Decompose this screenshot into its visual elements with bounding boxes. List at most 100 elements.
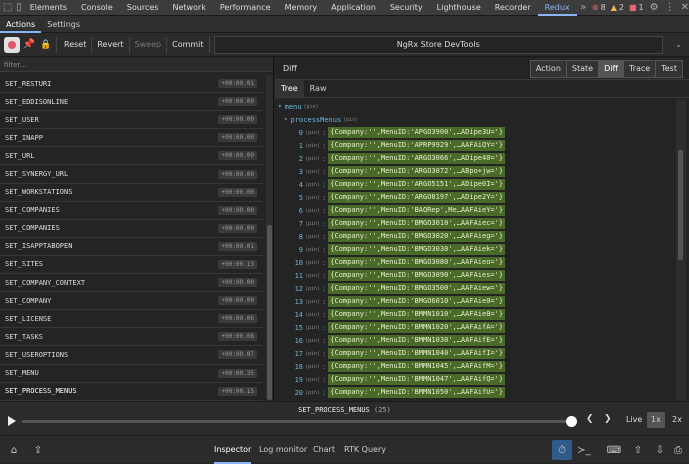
remote-icon[interactable]: ⇪ [30, 442, 46, 458]
pin-link[interactable]: (pin) [305, 247, 320, 253]
pin-link[interactable]: (pin) [305, 130, 320, 136]
inspect-element-icon[interactable]: ⬚ [3, 1, 12, 15]
bottom-tab[interactable]: Chart [313, 436, 335, 464]
pin-link[interactable]: (pin) [303, 104, 318, 110]
devtools-tab[interactable]: Memory [278, 0, 325, 16]
lock-icon[interactable]: 🔒 [38, 40, 54, 50]
tab-settings[interactable]: Settings [41, 16, 86, 33]
action-row[interactable]: SET_USEROPTIONS +00:00.07 [0, 346, 263, 365]
mode-tab-diff[interactable]: Diff [599, 60, 624, 77]
pin-link[interactable]: (pin) [305, 156, 320, 162]
mode-tab-action[interactable]: Action [530, 60, 567, 77]
history-icon[interactable]: ⏱ [552, 440, 572, 460]
devtools-tab[interactable]: Elements [23, 0, 74, 16]
devtools-tab[interactable]: Recorder [488, 0, 538, 16]
devtools-tab[interactable]: Lighthouse [430, 0, 488, 16]
action-row[interactable]: SET_PROCESS_MENUS +00:00.15 [0, 383, 263, 401]
action-row[interactable]: SET_COMPANY_CONTEXT +00:00.00 [0, 274, 263, 293]
action-row[interactable]: SET_COMPANIES +00:00.00 [0, 202, 263, 220]
timeline-track[interactable] [22, 420, 572, 423]
action-row[interactable]: SET_COMPANIES +00:00.00 [0, 220, 263, 238]
devtools-tab[interactable]: Console [74, 0, 120, 16]
action-row[interactable]: SET_TASKS +00:00.08 [0, 328, 263, 347]
import-icon[interactable]: ⇩ [652, 442, 668, 458]
pin-link[interactable]: (pin) [305, 234, 320, 240]
action-list-scrollbar[interactable] [266, 75, 273, 401]
pin-link[interactable]: (pin) [305, 325, 320, 331]
pin-link[interactable]: (pin) [305, 273, 320, 279]
action-row[interactable]: SET_SYNERGY_URL +00:00.00 [0, 165, 263, 184]
issues-badge[interactable]: ■ 1 [629, 3, 644, 12]
action-row[interactable]: SET_EDDISONLINE +00:00.00 [0, 93, 263, 112]
instance-select[interactable]: NgRx Store DevTools ⌄ [213, 35, 682, 54]
pin-link[interactable]: (pin) [305, 338, 320, 344]
speed-1x-button[interactable]: 1x [647, 412, 665, 428]
filter-input[interactable]: filter... [0, 58, 273, 72]
pin-link[interactable]: (pin) [305, 286, 320, 292]
close-icon[interactable]: ✕ [681, 1, 689, 15]
record-button[interactable] [4, 36, 20, 53]
action-row[interactable]: SET_URL +00:00.00 [0, 147, 263, 166]
action-row[interactable]: SET_WORKSTATIONS +00:00.00 [0, 184, 263, 202]
window-icon[interactable]: ⌂ [6, 442, 22, 458]
action-row[interactable]: SET_USER +00:00.00 [0, 111, 263, 130]
pin-link[interactable]: (pin) [305, 299, 320, 305]
devtools-tab[interactable]: Redux [537, 0, 577, 16]
action-row[interactable]: SET_RESTURI +00:00.01 [0, 75, 263, 94]
mode-tab-state[interactable]: State [566, 60, 600, 77]
view-tab-tree[interactable]: Tree [275, 80, 304, 97]
keyboard-icon[interactable]: ⌨ [606, 442, 622, 458]
bottom-tab[interactable]: RTK Query [344, 436, 386, 464]
device-toolbar-icon[interactable]: ▯ [15, 1, 22, 15]
speed-2x-button[interactable]: 2x [668, 412, 686, 428]
timeline-knob[interactable] [566, 416, 577, 427]
live-button[interactable]: Live [622, 412, 646, 428]
action-row[interactable]: SET_SITES +00:00.13 [0, 256, 263, 275]
expand-arrow-icon[interactable]: ▾ [284, 116, 288, 123]
pin-link[interactable]: (pin) [305, 143, 320, 149]
gear-icon[interactable]: ⚙ [650, 1, 659, 15]
previous-icon[interactable]: ❮ [586, 414, 594, 424]
bottom-tab[interactable]: Log monitor [259, 436, 307, 464]
next-icon[interactable]: ❯ [604, 414, 612, 424]
tab-actions[interactable]: Actions [0, 16, 42, 33]
devtools-tab[interactable]: Performance [213, 0, 278, 16]
export-icon[interactable]: ⇧ [630, 442, 646, 458]
pin-link[interactable]: (pin) [305, 169, 320, 175]
action-row[interactable]: SET_COMPANY +00:00.00 [0, 292, 263, 311]
devtools-tab[interactable]: Network [165, 0, 212, 16]
devtools-tab[interactable]: Sources [120, 0, 166, 16]
pin-link[interactable]: (pin) [343, 117, 358, 123]
action-row[interactable]: SET_ISAPPTABOPEN +00:00.01 [0, 238, 263, 256]
expand-arrow-icon[interactable]: ▾ [278, 103, 282, 110]
pin-link[interactable]: (pin) [305, 351, 320, 357]
action-row[interactable]: SET_MENU +00:00.35 [0, 365, 263, 383]
pin-link[interactable]: (pin) [305, 390, 320, 396]
sweep-button[interactable]: Sweep [130, 36, 168, 53]
view-tab-raw[interactable]: Raw [304, 80, 333, 97]
pin-link[interactable]: (pin) [305, 208, 320, 214]
commit-button[interactable]: Commit [167, 36, 210, 53]
mode-tab-test[interactable]: Test [656, 60, 682, 77]
pin-link[interactable]: (pin) [305, 221, 320, 227]
mode-tab-trace[interactable]: Trace [624, 60, 657, 77]
inspector-scrollbar[interactable] [676, 100, 686, 401]
pin-link[interactable]: (pin) [305, 260, 320, 266]
revert-button[interactable]: Revert [92, 36, 130, 53]
play-icon[interactable] [8, 416, 16, 426]
error-badge[interactable]: ⊗ 8 [592, 3, 606, 12]
devtools-tab[interactable]: Security [383, 0, 430, 16]
pin-link[interactable]: (pin) [305, 377, 320, 383]
print-icon[interactable]: ⎙ [670, 442, 686, 458]
more-icon[interactable]: ⋮ [665, 1, 675, 15]
bottom-tab[interactable]: Inspector [214, 436, 252, 464]
devtools-tab[interactable]: Application [324, 0, 383, 16]
pin-link[interactable]: (pin) [305, 195, 320, 201]
more-tabs-icon[interactable]: » [580, 1, 587, 15]
pin-link[interactable]: (pin) [305, 364, 320, 370]
reset-button[interactable]: Reset [59, 36, 93, 53]
pin-icon[interactable]: 📌 [20, 39, 38, 50]
action-row[interactable]: SET_LICENSE +00:00.06 [0, 310, 263, 329]
action-row[interactable]: SET_INAPP +00:00.00 [0, 129, 263, 148]
terminal-icon[interactable]: ≻_ [576, 442, 592, 458]
